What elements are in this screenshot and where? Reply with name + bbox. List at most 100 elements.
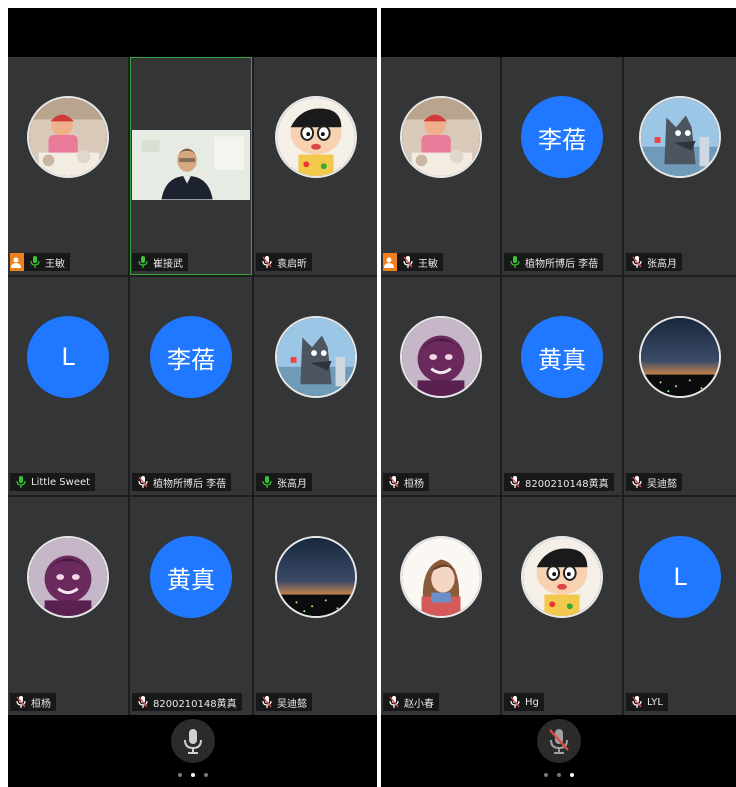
participant-tile[interactable]: 李蓓植物所博后 李蓓 (502, 57, 622, 275)
avatar-initials: L (639, 536, 721, 618)
participant-name: 王敏 (45, 258, 65, 270)
microphone-muted-icon (387, 695, 401, 709)
microphone-icon (28, 255, 42, 269)
participant-tile[interactable]: Hg (502, 497, 622, 715)
child-photo-avatar (399, 96, 482, 178)
participant-tile[interactable]: 吴迪懿 (254, 497, 377, 715)
participant-name: 8200210148黄真 (153, 698, 237, 710)
participant-tile[interactable]: 王敏 (381, 57, 500, 275)
participant-name: Little Sweet (31, 476, 91, 488)
participant-name: 植物所博后 李蓓 (153, 478, 227, 490)
microphone-muted-icon (548, 729, 569, 754)
participant-tile[interactable]: 黄真 8200210148黄真 (502, 277, 622, 495)
sunset-city-avatar (274, 536, 357, 618)
microphone-icon (260, 475, 274, 489)
participant-name: 8200210148黄真 (525, 478, 609, 490)
participant-label: 王敏 (10, 253, 70, 271)
purple-cartoon-avatar (399, 316, 482, 398)
participant-tile[interactable]: 赵小春 (381, 497, 500, 715)
microphone-button[interactable] (170, 719, 215, 763)
participant-name: 袁启昕 (277, 258, 307, 270)
page-dot-current[interactable] (569, 773, 574, 777)
microphone-muted-icon (136, 475, 150, 489)
avatar-initials: 黄真 (150, 536, 232, 618)
participant-grid: 王敏 李蓓 植物所博后 李蓓 张高月 桓杨 黄真 8200210148黄真 吴迪懿 赵小春 Hg L… (381, 57, 736, 715)
wolf-avatar (639, 96, 721, 178)
meeting-screen-right: 王敏 李蓓 植物所博后 李蓓 张高月 桓杨 黄真 8200210148黄真 吴迪懿 赵小春 Hg L… (381, 8, 736, 787)
participant-tile[interactable]: 桓杨 (381, 277, 500, 495)
page-indicator[interactable] (177, 773, 208, 777)
participant-label: 张高月 (256, 473, 312, 491)
page-dot-current[interactable] (190, 773, 195, 777)
video-feed (132, 130, 250, 200)
microphone-muted-icon (508, 475, 522, 489)
participant-label: 张高月 (626, 253, 682, 271)
participant-tile[interactable]: 崔接武 (130, 57, 252, 275)
participant-tile[interactable]: 张高月 (254, 277, 377, 495)
participant-label: 8200210148黄真 (132, 693, 242, 711)
participant-name: 张高月 (277, 478, 307, 490)
girl-drawing-avatar (399, 536, 482, 618)
page-dot[interactable] (556, 773, 561, 777)
participant-grid: 王敏 崔接武 袁启昕 L Little Sweet 李蓓 植物所博后 李蓓 张高月 桓杨 黄真 82… (8, 57, 377, 715)
avatar-initials: L (27, 316, 109, 398)
microphone-muted-icon (401, 255, 415, 269)
participant-name: 吴迪懿 (277, 698, 307, 710)
participant-label: 赵小春 (383, 693, 439, 711)
participant-label: Hg (504, 693, 544, 711)
purple-cartoon-avatar (27, 536, 109, 618)
page-indicator[interactable] (543, 773, 574, 777)
cartoon-boy-avatar (521, 536, 603, 618)
cartoon-boy-avatar (274, 96, 357, 178)
participant-name: 植物所博后 李蓓 (525, 258, 599, 270)
page-dot[interactable] (177, 773, 182, 777)
participant-label: 吴迪懿 (256, 693, 312, 711)
sunset-city-avatar (639, 316, 721, 398)
participant-label: 袁启昕 (256, 253, 312, 271)
microphone-muted-icon (260, 695, 274, 709)
participant-name: 桓杨 (31, 698, 51, 710)
microphone-muted-icon (630, 255, 644, 269)
participant-name: Hg (525, 696, 539, 708)
participant-tile[interactable]: 桓杨 (8, 497, 128, 715)
microphone-muted-icon (630, 475, 644, 489)
microphone-muted-icon (136, 695, 150, 709)
host-badge-icon (10, 253, 24, 271)
participant-tile[interactable]: 王敏 (8, 57, 128, 275)
participant-label: 王敏 (383, 253, 443, 271)
page-dot[interactable] (543, 773, 548, 777)
participant-tile[interactable]: L Little Sweet (8, 277, 128, 495)
participant-label: 植物所博后 李蓓 (504, 253, 604, 271)
participant-name: 王敏 (418, 258, 438, 270)
microphone-button[interactable] (536, 719, 581, 763)
microphone-muted-icon (630, 695, 644, 709)
participant-tile[interactable]: 李蓓植物所博后 李蓓 (130, 277, 252, 495)
participant-label: LYL (626, 693, 668, 711)
participant-label: 8200210148黄真 (504, 473, 614, 491)
avatar-initials: 李蓓 (521, 96, 603, 178)
participant-label: Little Sweet (10, 473, 96, 491)
page-dot[interactable] (203, 773, 208, 777)
participant-name: 赵小春 (404, 698, 434, 710)
avatar-initials: 李蓓 (150, 316, 232, 398)
participant-name: 张高月 (647, 258, 677, 270)
microphone-icon (136, 255, 150, 269)
microphone-icon (14, 475, 28, 489)
meeting-screen-left: 王敏 崔接武 袁启昕 L Little Sweet 李蓓 植物所博后 李蓓 张高月 桓杨 黄真 82… (8, 8, 377, 787)
participant-tile[interactable]: 吴迪懿 (624, 277, 736, 495)
microphone-muted-icon (387, 475, 401, 489)
participant-name: LYL (647, 696, 663, 708)
participant-label: 吴迪懿 (626, 473, 682, 491)
microphone-muted-icon (14, 695, 28, 709)
participant-tile[interactable]: 黄真 8200210148黄真 (130, 497, 252, 715)
microphone-muted-icon (260, 255, 274, 269)
child-photo-avatar (27, 96, 109, 178)
participant-tile[interactable]: L LYL (624, 497, 736, 715)
microphone-muted-icon (508, 695, 522, 709)
avatar-initials: 黄真 (521, 316, 603, 398)
microphone-icon (508, 255, 522, 269)
participant-name: 吴迪懿 (647, 478, 677, 490)
participant-label: 植物所博后 李蓓 (132, 473, 232, 491)
participant-tile[interactable]: 袁启昕 (254, 57, 377, 275)
participant-tile[interactable]: 张高月 (624, 57, 736, 275)
